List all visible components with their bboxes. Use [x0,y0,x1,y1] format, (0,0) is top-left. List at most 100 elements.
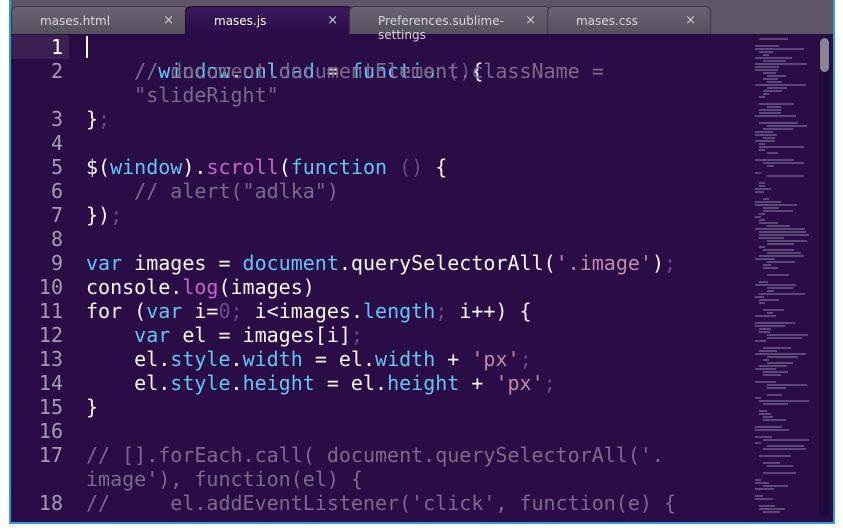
code-editor[interactable]: window.onload = function(){ // document.… [86,35,753,515]
minimap-line [759,281,768,283]
tab-preferences-settings[interactable]: Preferences.sublime-settings × [349,6,551,42]
token: 'px' [495,371,544,395]
token: el [86,371,159,395]
minimap-line [763,137,775,139]
close-icon[interactable]: × [327,13,338,28]
token: width [375,347,436,371]
minimap-line [759,222,778,224]
minimap-line [755,131,773,133]
minimap-line [767,175,804,177]
close-icon[interactable]: × [163,13,174,28]
token: ( [278,155,291,179]
minimap-line [767,445,804,447]
minimap-line [759,185,765,187]
code-line-3: }; [86,107,110,131]
line-number: 14 [38,371,63,395]
token: ; [350,323,363,347]
minimap-line [755,426,782,428]
tab-mases-html[interactable]: mases.html × [11,6,189,34]
tab-mases-css[interactable]: mases.css × [547,6,711,34]
code-line-9: var images = document.querySelectorAll('… [86,251,676,275]
minimap-line [767,240,807,242]
token: ; [98,107,111,131]
minimap-line [759,96,765,98]
line-number: 7 [50,203,63,227]
minimap-line [763,267,778,269]
minimap-line [755,325,785,327]
code-line-17b: image'), function(el) { [86,467,363,491]
token: . [230,347,243,371]
token: () [387,155,436,179]
line-number: 18 [38,491,63,515]
minimap-line [755,172,761,174]
minimap-line [759,149,765,151]
minimap-line [767,334,808,336]
minimap-line [767,152,778,154]
minimap[interactable] [753,34,815,522]
token: 'px' [471,347,520,371]
token: + [435,347,472,371]
token: . [158,371,171,395]
minimap-line [759,293,805,295]
token: ) [651,251,664,275]
code-line-7: }); [86,203,122,227]
code-line-6: // alert("adlka") [86,179,339,203]
token: style [170,347,231,371]
minimap-line [763,374,781,376]
token: . [170,275,183,299]
minimap-line [763,60,786,62]
minimap-line [755,48,804,50]
tab-mases-js[interactable]: mases.js × [185,6,353,34]
minimap-line [759,219,765,221]
minimap-line [755,482,769,484]
minimap-line [759,213,765,215]
token: i<images [254,299,351,323]
line-number: 2 [50,59,63,83]
minimap-line [759,413,771,415]
minimap-line [759,350,777,352]
line-number: 13 [38,347,63,371]
line-number: 17 [38,443,63,467]
token: style [170,371,231,395]
line-number: 4 [50,131,63,155]
token: . [158,347,171,371]
minimap-line [755,216,761,218]
minimap-line [767,356,798,358]
editor-window: mases.html × mases.js × Preferences.subl… [9,0,835,524]
token: = el [314,371,376,395]
close-icon[interactable]: × [525,13,536,28]
text-cursor [86,36,88,58]
token: . [338,251,351,275]
token: . [363,347,376,371]
tab-label: mases.css [576,14,638,28]
minimap-line [755,69,778,71]
minimap-line [767,165,774,167]
minimap-line [755,204,797,206]
minimap-line [763,462,780,464]
close-icon[interactable]: × [685,13,696,28]
minimap-line [755,228,805,230]
line-number: 16 [38,419,63,443]
minimap-line [755,191,764,193]
minimap-line [759,365,787,367]
minimap-line [763,93,769,95]
code-line-12: var el = images[i]; [86,323,363,347]
minimap-line [759,302,765,304]
scroll-thumb[interactable] [820,38,829,72]
minimap-line [759,112,781,114]
vertical-scrollbar[interactable] [819,36,830,516]
token: } [86,107,99,131]
token: . [375,371,388,395]
minimap-line [763,359,769,361]
minimap-line [763,511,780,513]
tab-label: mases.html [40,14,111,28]
minimap-line [763,472,796,474]
minimap-line [759,51,773,53]
minimap-line [767,87,787,89]
minimap-line [767,125,807,127]
minimap-line [763,347,791,349]
token: el [86,347,159,371]
minimap-line [763,198,769,200]
minimap-line [763,54,769,56]
minimap-line [755,66,779,68]
